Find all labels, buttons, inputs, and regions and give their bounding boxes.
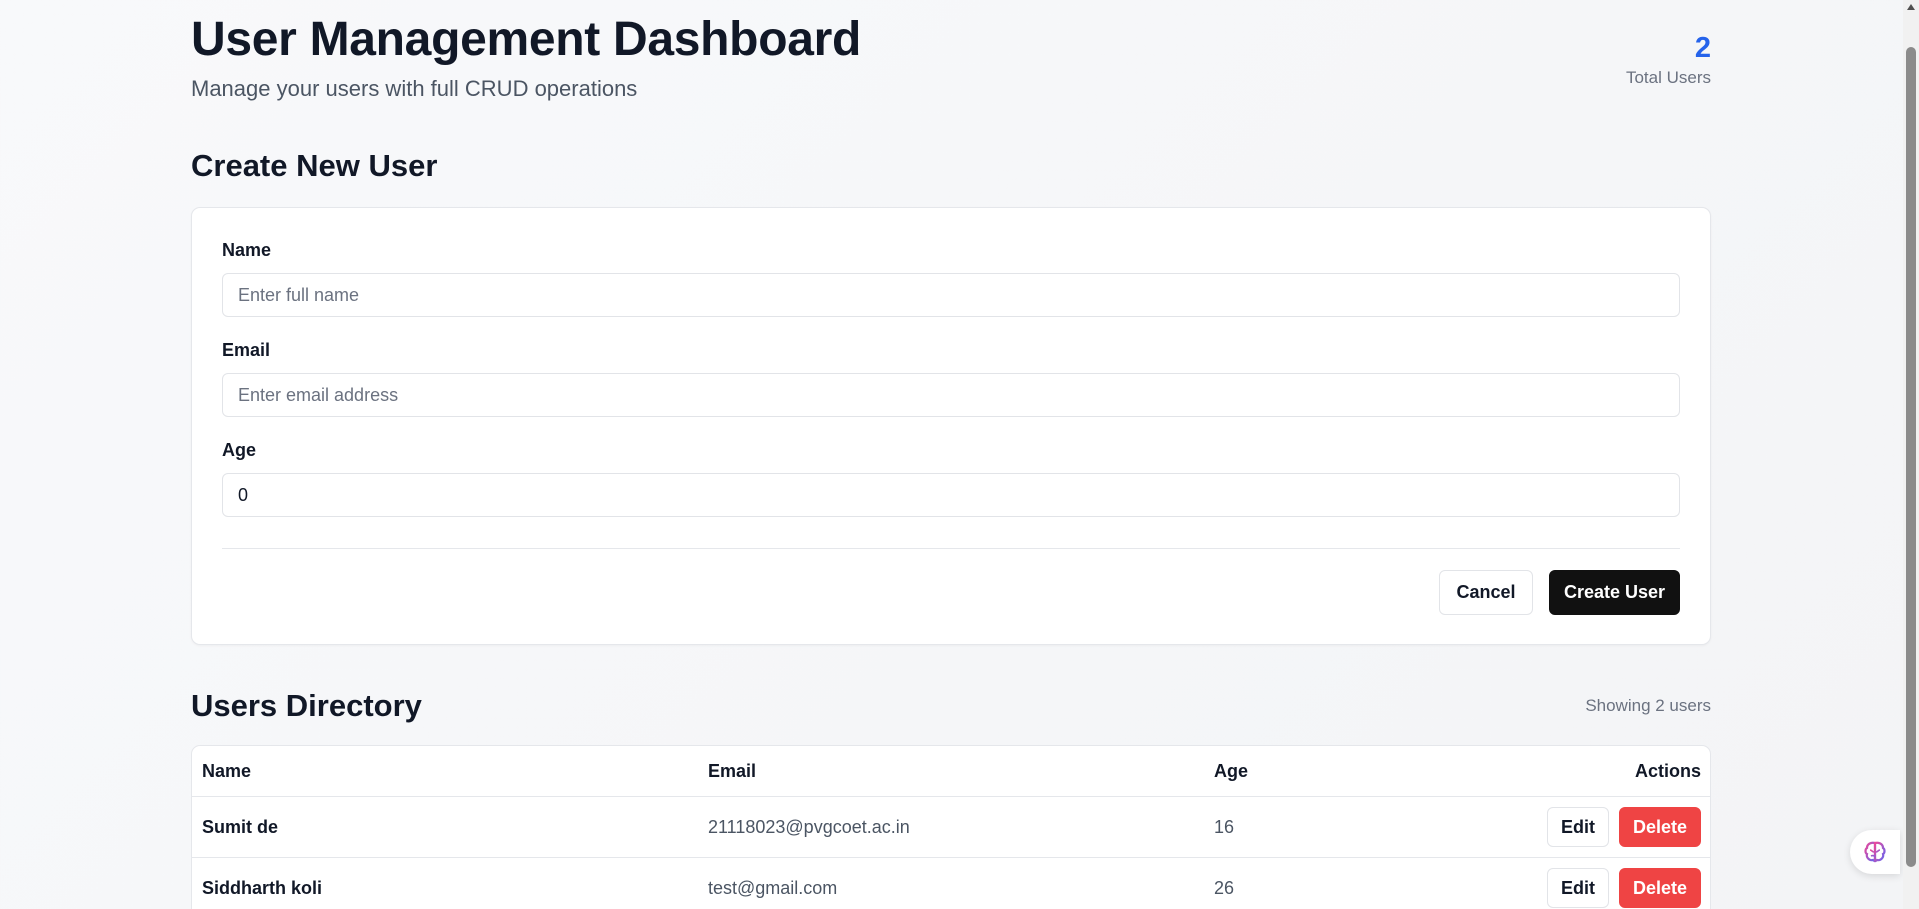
create-user-title: Create New User (191, 148, 438, 183)
row-actions: Edit Delete (1547, 868, 1701, 908)
email-input[interactable] (222, 373, 1680, 417)
vertical-scrollbar[interactable] (1903, 0, 1919, 909)
age-label: Age (222, 440, 257, 460)
delete-button[interactable]: Delete (1619, 807, 1701, 847)
column-header-actions: Actions (1634, 760, 1701, 781)
scroll-up-arrow-icon[interactable] (1907, 4, 1915, 10)
cancel-button[interactable]: Cancel (1439, 570, 1533, 615)
user-email-cell: 21118023@pvgcoet.ac.in (708, 816, 910, 837)
create-user-button[interactable]: Create User (1549, 570, 1680, 615)
assistant-widget-button[interactable] (1850, 830, 1900, 874)
edit-button[interactable]: Edit (1547, 807, 1609, 847)
page-title: User Management Dashboard (191, 13, 862, 66)
row-actions: Edit Delete (1547, 807, 1701, 847)
user-name-cell: Sumit de (202, 816, 279, 837)
name-label: Name (222, 240, 272, 260)
user-email-cell: test@gmail.com (708, 877, 838, 898)
table-header: Name Email Age Actions (192, 746, 1710, 797)
edit-button[interactable]: Edit (1547, 868, 1609, 908)
total-users-stat: 2 Total Users (1626, 30, 1711, 88)
page-subtitle: Manage your users with full CRUD operati… (191, 76, 638, 101)
header: User Management Dashboard Manage your us… (191, 0, 1711, 130)
user-name-cell: Siddharth koli (202, 877, 323, 898)
name-input[interactable] (222, 273, 1680, 317)
users-directory-title: Users Directory (191, 688, 422, 723)
column-header-email: Email (708, 760, 757, 781)
age-input[interactable] (222, 473, 1680, 517)
users-table: Name Email Age Actions Sumit de 21118023… (191, 745, 1711, 909)
showing-count: Showing 2 users (1585, 696, 1711, 715)
total-users-label: Total Users (1625, 68, 1711, 87)
column-header-age: Age (1214, 760, 1249, 781)
create-user-form: Name Email Age Cancel Create User (191, 207, 1711, 645)
delete-button[interactable]: Delete (1619, 868, 1701, 908)
column-header-name: Name (202, 760, 252, 781)
user-age-cell: 16 (1214, 816, 1235, 837)
form-divider (222, 548, 1680, 549)
table-row: Sumit de 21118023@pvgcoet.ac.in 16 Edit … (192, 797, 1710, 858)
total-users-count: 2 (1694, 32, 1711, 64)
email-label: Email (222, 340, 271, 360)
table-row: Siddharth koli test@gmail.com 26 Edit De… (192, 858, 1710, 909)
page: User Management Dashboard Manage your us… (191, 0, 1711, 909)
user-age-cell: 26 (1214, 877, 1235, 898)
scrollbar-thumb[interactable] (1906, 47, 1916, 867)
brain-icon (1864, 841, 1886, 863)
